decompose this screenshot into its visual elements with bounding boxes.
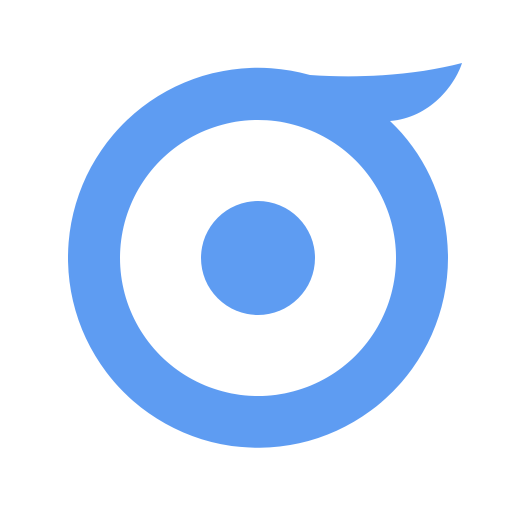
center-dot-shape	[201, 201, 315, 315]
logo-canvas	[0, 0, 512, 512]
ring-logo-icon	[68, 63, 462, 448]
